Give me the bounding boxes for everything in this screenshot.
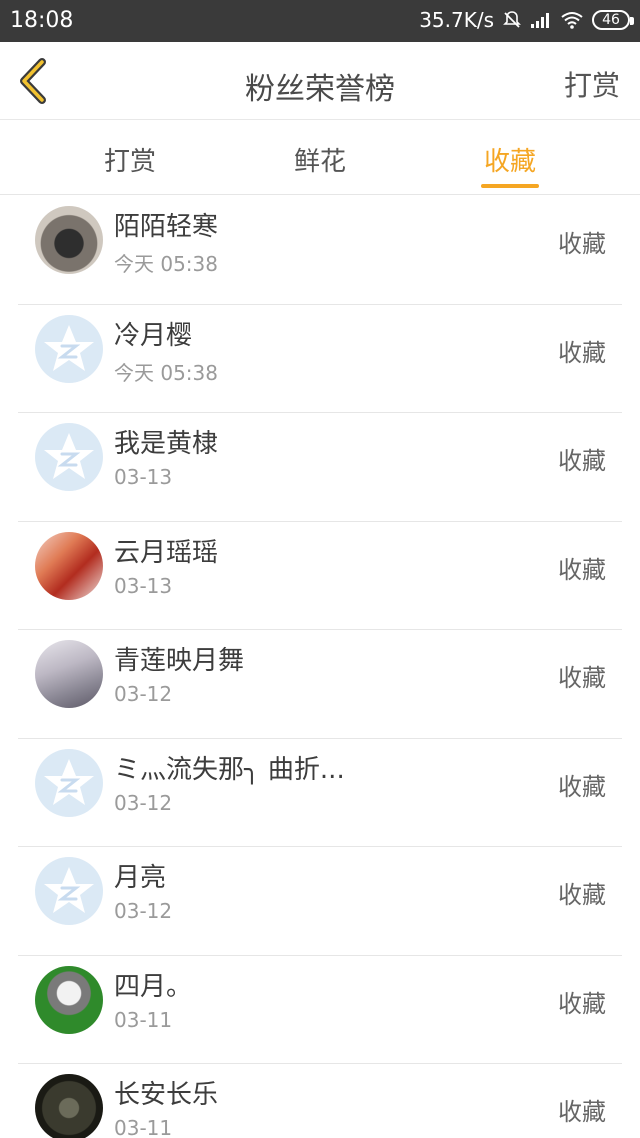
fan-name: 我是黄棣 — [114, 429, 219, 459]
fan-date: 03-12 — [114, 682, 173, 706]
fan-name: 月亮 — [114, 863, 167, 893]
fan-action: 收藏 — [558, 338, 606, 367]
avatar — [35, 857, 103, 925]
list-item[interactable]: 我是黄棣 03-13 收藏 — [18, 413, 622, 522]
avatar — [35, 531, 103, 600]
fan-action: 收藏 — [558, 664, 606, 692]
list-item[interactable]: 陌陌轻寒 今天 05:38 收藏 — [18, 196, 622, 305]
status-bar: 18:08 35.7K/s 46 — [0, 0, 640, 42]
fan-name: 四月。 — [114, 971, 193, 1002]
status-time: 18:08 — [10, 8, 74, 33]
fan-action: 收藏 — [558, 772, 606, 801]
signal-icon — [531, 13, 549, 28]
fan-action: 收藏 — [558, 1098, 606, 1126]
header: 粉丝荣誉榜 打赏 — [0, 42, 640, 120]
fan-name: 长安长乐 — [114, 1080, 219, 1110]
fan-name: 青莲映月舞 — [114, 646, 245, 676]
battery-icon: 46 — [592, 10, 634, 30]
default-star-avatar-icon — [44, 433, 94, 479]
fan-action: 收藏 — [558, 989, 606, 1018]
tab-favorites[interactable]: 收藏 — [450, 141, 570, 178]
fan-date: 03-13 — [114, 465, 173, 489]
tab-bar: 打赏 鲜花 收藏 — [0, 121, 640, 195]
fan-action: 收藏 — [558, 555, 606, 584]
avatar — [35, 314, 103, 383]
fan-date: 03-13 — [114, 573, 173, 598]
status-indicators: 35.7K/s 46 — [419, 8, 634, 32]
default-star-avatar-icon — [44, 867, 94, 913]
fan-name: 云月瑶瑶 — [114, 537, 219, 568]
tab-flowers[interactable]: 鲜花 — [260, 141, 380, 178]
fan-action: 收藏 — [558, 230, 606, 258]
active-tab-indicator — [481, 184, 539, 188]
list-item[interactable]: 长安长乐 03-11 收藏 — [18, 1064, 622, 1138]
fan-action: 收藏 — [558, 447, 606, 475]
fan-action: 收藏 — [558, 881, 606, 909]
default-star-avatar-icon — [44, 324, 94, 371]
fan-date: 03-12 — [114, 790, 173, 815]
fan-name: 陌陌轻寒 — [114, 212, 219, 242]
wifi-icon — [561, 12, 583, 29]
list-item[interactable]: 青莲映月舞 03-12 收藏 — [18, 630, 622, 739]
avatar — [35, 748, 103, 817]
network-speed: 35.7K/s — [419, 8, 494, 32]
tab-tip[interactable]: 打赏 — [70, 141, 190, 178]
tip-button[interactable]: 打赏 — [564, 64, 620, 104]
avatar — [35, 423, 103, 491]
list-item[interactable]: 冷月樱 今天 05:38 收藏 — [18, 305, 622, 413]
list-item[interactable]: 月亮 03-12 收藏 — [18, 847, 622, 956]
fan-date: 今天 05:38 — [114, 360, 218, 385]
fan-date: 03-12 — [114, 899, 173, 923]
fan-list: 陌陌轻寒 今天 05:38 收藏 冷月樱 今天 05:38 收藏 我是黄棣 03… — [0, 196, 640, 1138]
bell-muted-icon — [503, 11, 521, 28]
fan-name: ミ灬流失那╮ 曲折... — [114, 754, 345, 785]
fan-date: 03-11 — [114, 1007, 173, 1032]
avatar — [35, 1074, 103, 1138]
default-star-avatar-icon — [44, 758, 94, 805]
list-item[interactable]: 云月瑶瑶 03-13 收藏 — [18, 522, 622, 630]
fan-date: 03-11 — [114, 1116, 173, 1138]
page-title: 粉丝荣誉榜 — [245, 72, 395, 107]
avatar — [35, 206, 103, 274]
fan-date: 今天 05:38 — [114, 252, 218, 276]
list-item[interactable]: 四月。 03-11 收藏 — [18, 956, 622, 1064]
fan-name: 冷月樱 — [114, 320, 193, 351]
list-item[interactable]: ミ灬流失那╮ 曲折... 03-12 收藏 — [18, 739, 622, 847]
avatar — [35, 640, 103, 708]
avatar — [35, 965, 103, 1034]
